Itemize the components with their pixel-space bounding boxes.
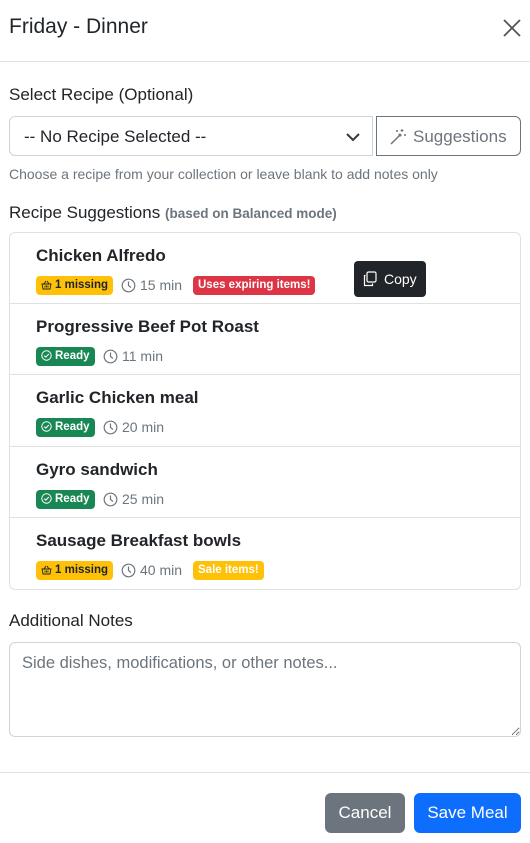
copy-button[interactable]: Copy <box>354 261 426 297</box>
suggestion-title: Sausage Breakfast bowls <box>36 531 242 550</box>
clock-icon <box>103 349 118 364</box>
suggestions-heading: Recipe Suggestions (based on Balanced mo… <box>9 202 337 225</box>
missing-badge: 1 missing <box>36 561 114 580</box>
save-meal-button[interactable]: Save Meal <box>414 793 521 833</box>
suggestion-title: Progressive Beef Pot Roast <box>36 317 259 336</box>
cancel-button[interactable]: Cancel <box>325 793 405 833</box>
suggestion-title: Gyro sandwich <box>36 460 158 479</box>
close-icon[interactable] <box>500 16 524 40</box>
modal-header: Friday - Dinner <box>0 0 530 62</box>
recipe-help-text: Choose a recipe from your collection or … <box>9 166 438 182</box>
clock-icon <box>103 420 118 435</box>
recipe-select[interactable]: -- No Recipe Selected -- <box>9 116 373 156</box>
prep-time: 11 min <box>103 346 163 366</box>
check-circle-icon <box>41 350 52 361</box>
modal-footer: Cancel Save Meal <box>0 772 530 843</box>
basket-icon <box>41 565 52 575</box>
sale-badge: Sale items! <box>193 561 264 580</box>
magic-wand-icon <box>390 129 406 145</box>
suggestions-list: Chicken Alfredo 1 missing 15 min Uses ex… <box>9 232 521 590</box>
notes-label: Additional Notes <box>9 611 133 630</box>
basket-icon <box>41 280 52 290</box>
suggestion-title: Chicken Alfredo <box>36 246 166 265</box>
suggestion-item[interactable]: Gyro sandwich Ready 25 min <box>10 447 520 518</box>
clock-icon <box>121 563 136 578</box>
chevron-down-icon <box>346 133 360 142</box>
missing-badge: 1 missing <box>36 276 114 295</box>
ready-badge: Ready <box>36 490 95 509</box>
prep-time: 15 min <box>121 275 182 295</box>
prep-time: 25 min <box>103 489 164 509</box>
suggestion-item[interactable]: Garlic Chicken meal Ready 20 min <box>10 375 520 447</box>
prep-time: 20 min <box>103 417 164 437</box>
suggestion-item[interactable]: Chicken Alfredo 1 missing 15 min Uses ex… <box>10 233 520 304</box>
suggestions-button[interactable]: Suggestions <box>376 116 521 156</box>
expiring-badge: Uses expiring items! <box>193 276 316 295</box>
copy-label: Copy <box>384 271 417 287</box>
check-circle-icon <box>41 493 52 504</box>
modal-title: Friday - Dinner <box>9 15 148 38</box>
suggestion-title: Garlic Chicken meal <box>36 388 199 407</box>
notes-textarea[interactable] <box>9 642 521 737</box>
prep-time: 40 min <box>121 560 182 580</box>
ready-badge: Ready <box>36 418 95 437</box>
check-circle-icon <box>41 421 52 432</box>
clock-icon <box>103 492 118 507</box>
suggestions-label: Suggestions <box>413 127 507 146</box>
copy-icon <box>363 271 377 287</box>
clock-icon <box>121 278 136 293</box>
suggestion-item[interactable]: Sausage Breakfast bowls 1 missing 40 min… <box>10 518 520 589</box>
recipe-select-value: -- No Recipe Selected -- <box>24 127 207 146</box>
suggestions-mode-note: (based on Balanced mode) <box>164 206 337 221</box>
ready-badge: Ready <box>36 347 95 366</box>
recipe-select-label: Select Recipe (Optional) <box>9 85 194 104</box>
suggestions-heading-text: Recipe Suggestions <box>9 203 161 222</box>
suggestion-item[interactable]: Progressive Beef Pot Roast Ready 11 min <box>10 304 520 375</box>
